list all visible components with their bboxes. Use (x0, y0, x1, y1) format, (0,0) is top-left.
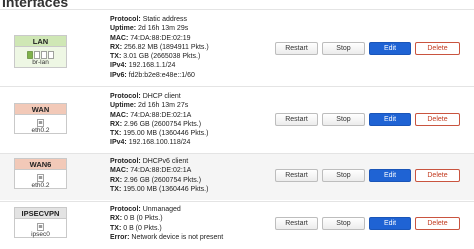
detail-line: Protocol: Unmanaged (110, 206, 181, 213)
bridge-icon (15, 50, 66, 59)
detail-line: RX: 256.82 MB (1894911 Pkts.) (110, 43, 209, 51)
detail-line: IPv4: 192.168.100.118/24 (110, 139, 191, 147)
detail-line: Protocol: DHCP client (110, 93, 181, 100)
detail-line: TX: 3.01 GB (2665038 Pkts.) (110, 53, 201, 61)
interface-badge-wan: WAN eth0.2 (14, 103, 67, 134)
interface-name: WAN6 (15, 159, 66, 170)
detail-line: RX: 0 B (0 Pkts.) (110, 215, 163, 223)
interface-device: br-lan (32, 59, 49, 66)
edit-button[interactable]: Edit (369, 169, 411, 182)
detail-line: TX: 0 B (0 Pkts.) (110, 224, 162, 232)
edit-button[interactable]: Edit (369, 42, 411, 55)
restart-button[interactable]: Restart (275, 113, 318, 126)
interface-device: eth0.2 (31, 127, 50, 134)
detail-line: TX: 195.00 MB (1360446 Pkts.) (110, 185, 209, 193)
interface-name: LAN (15, 36, 66, 47)
interface-badge-wan6: WAN6 eth0.2 (14, 158, 67, 189)
detail-line: RX: 2.96 GB (2600754 Pkts.) (110, 176, 202, 184)
interface-name: WAN (15, 104, 66, 115)
detail-line: MAC: 74:DA:88:DE:02:19 (110, 34, 191, 42)
delete-button[interactable]: Delete (415, 217, 460, 230)
stop-button[interactable]: Stop (322, 169, 365, 182)
detail-line: RX: 2.96 GB (2600754 Pkts.) (110, 120, 202, 128)
detail-line: IPv4: 192.168.1.1/24 (110, 62, 176, 70)
interface-details-lan: Protocol: Static address Uptime: 2d 16h … (110, 15, 209, 80)
delete-button[interactable]: Delete (415, 169, 460, 182)
interface-device: ipsec0 (31, 231, 50, 238)
detail-line: Error: Network device is not present (110, 233, 224, 241)
interface-device: eth0.2 (31, 182, 50, 189)
stop-button[interactable]: Stop (322, 42, 365, 55)
interface-details-ipsecvpn: Protocol: Unmanaged RX: 0 B (0 Pkts.) TX… (110, 205, 223, 242)
interface-badge-lan: LAN br-lan (14, 35, 67, 68)
restart-button[interactable]: Restart (275, 217, 318, 230)
interface-name: IPSECVPN (15, 208, 66, 219)
interface-badge-ipsecvpn: IPSECVPN ipsec0 (14, 207, 67, 238)
ethernet-port-icon (15, 222, 66, 231)
detail-line: TX: 195.00 MB (1360446 Pkts.) (110, 130, 209, 138)
interface-details-wan: Protocol: DHCP client Uptime: 2d 16h 13m… (110, 92, 208, 148)
detail-line: Uptime: 2d 16h 13m 29s (110, 25, 189, 33)
detail-line: Protocol: DHCPv6 client (110, 158, 189, 165)
ethernet-port-icon (15, 118, 66, 127)
edit-button[interactable]: Edit (369, 217, 411, 230)
stop-button[interactable]: Stop (322, 217, 365, 230)
detail-line: Protocol: Static address (110, 16, 188, 23)
restart-button[interactable]: Restart (275, 169, 318, 182)
detail-line: IPv6: fd2b:b2e8:e48e::1/60 (110, 71, 195, 79)
ethernet-port-icon (15, 173, 66, 182)
detail-line: MAC: 74:DA:88:DE:02:1A (110, 111, 192, 119)
interface-details-wan6: Protocol: DHCPv6 client MAC: 74:DA:88:DE… (110, 157, 208, 194)
stop-button[interactable]: Stop (322, 113, 365, 126)
detail-line: MAC: 74:DA:88:DE:02:1A (110, 167, 192, 175)
edit-button[interactable]: Edit (369, 113, 411, 126)
delete-button[interactable]: Delete (415, 42, 460, 55)
detail-line: Uptime: 2d 16h 13m 27s (110, 102, 189, 110)
restart-button[interactable]: Restart (275, 42, 318, 55)
delete-button[interactable]: Delete (415, 113, 460, 126)
